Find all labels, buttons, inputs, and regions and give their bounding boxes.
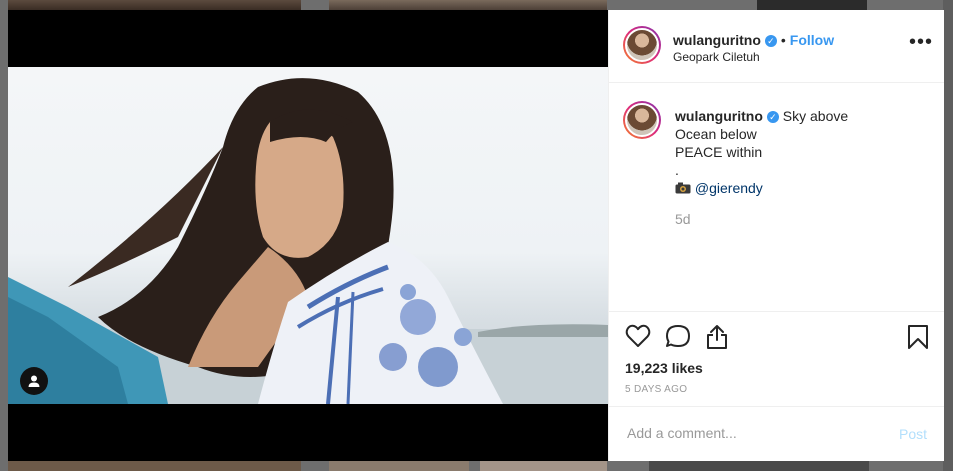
credit-mention-link[interactable]: @gierendy bbox=[695, 180, 763, 196]
header-user-row: wulanguritno ✓ • Follow bbox=[673, 32, 834, 48]
comment-timestamp[interactable]: 5d bbox=[675, 211, 691, 227]
follow-button[interactable]: Follow bbox=[790, 32, 834, 48]
post-side-panel: wulanguritno ✓ • Follow Geopark Ciletuh •••… bbox=[608, 10, 944, 461]
verified-badge-icon: ✓ bbox=[764, 35, 777, 47]
comments-section: wulanguritno ✓ Sky above Ocean below PEAC… bbox=[609, 83, 944, 311]
separator-dot: • bbox=[780, 32, 786, 48]
user-tag-icon[interactable] bbox=[20, 367, 48, 395]
post-caption: wulanguritno ✓ Sky above Ocean below PEAC… bbox=[675, 107, 925, 197]
post-media[interactable] bbox=[8, 10, 608, 461]
feed-thumbnail bbox=[757, 0, 867, 10]
bookmark-icon[interactable] bbox=[907, 324, 929, 355]
heart-icon[interactable] bbox=[625, 324, 651, 353]
feed-thumbnail bbox=[649, 461, 869, 471]
caption-username-link[interactable]: wulanguritno bbox=[675, 108, 763, 124]
actions-section: 19,223 likes 5 DAYS AGO bbox=[609, 311, 944, 407]
post-header: wulanguritno ✓ • Follow Geopark Ciletuh ••• bbox=[609, 10, 944, 83]
caption-line: Ocean below bbox=[675, 126, 757, 142]
avatar[interactable] bbox=[623, 26, 661, 64]
camera-emoji-icon bbox=[675, 180, 691, 196]
avatar[interactable] bbox=[623, 101, 661, 139]
share-icon[interactable] bbox=[705, 324, 729, 355]
likes-count[interactable]: 19,223 likes bbox=[625, 360, 703, 376]
add-comment-bar: Post bbox=[609, 406, 944, 462]
caption-line: . bbox=[675, 162, 679, 178]
feed-thumbnail bbox=[480, 461, 607, 471]
username-link[interactable]: wulanguritno bbox=[673, 32, 761, 48]
feed-thumbnail bbox=[8, 0, 301, 10]
post-photo[interactable] bbox=[8, 67, 608, 404]
feed-thumbnail bbox=[329, 461, 469, 471]
post-date[interactable]: 5 DAYS AGO bbox=[625, 384, 687, 395]
verified-badge-icon: ✓ bbox=[766, 111, 779, 123]
post-comment-button[interactable]: Post bbox=[899, 426, 927, 442]
location-link[interactable]: Geopark Ciletuh bbox=[673, 50, 760, 64]
comment-bubble-icon[interactable] bbox=[665, 324, 691, 353]
modal-overlay[interactable] bbox=[943, 0, 953, 471]
comment-input[interactable] bbox=[625, 424, 889, 442]
more-options-icon[interactable]: ••• bbox=[909, 32, 933, 52]
feed-thumbnail bbox=[329, 0, 607, 10]
caption-line: PEACE within bbox=[675, 144, 763, 160]
caption-line: Sky above bbox=[782, 108, 849, 124]
feed-thumbnail bbox=[8, 461, 301, 471]
